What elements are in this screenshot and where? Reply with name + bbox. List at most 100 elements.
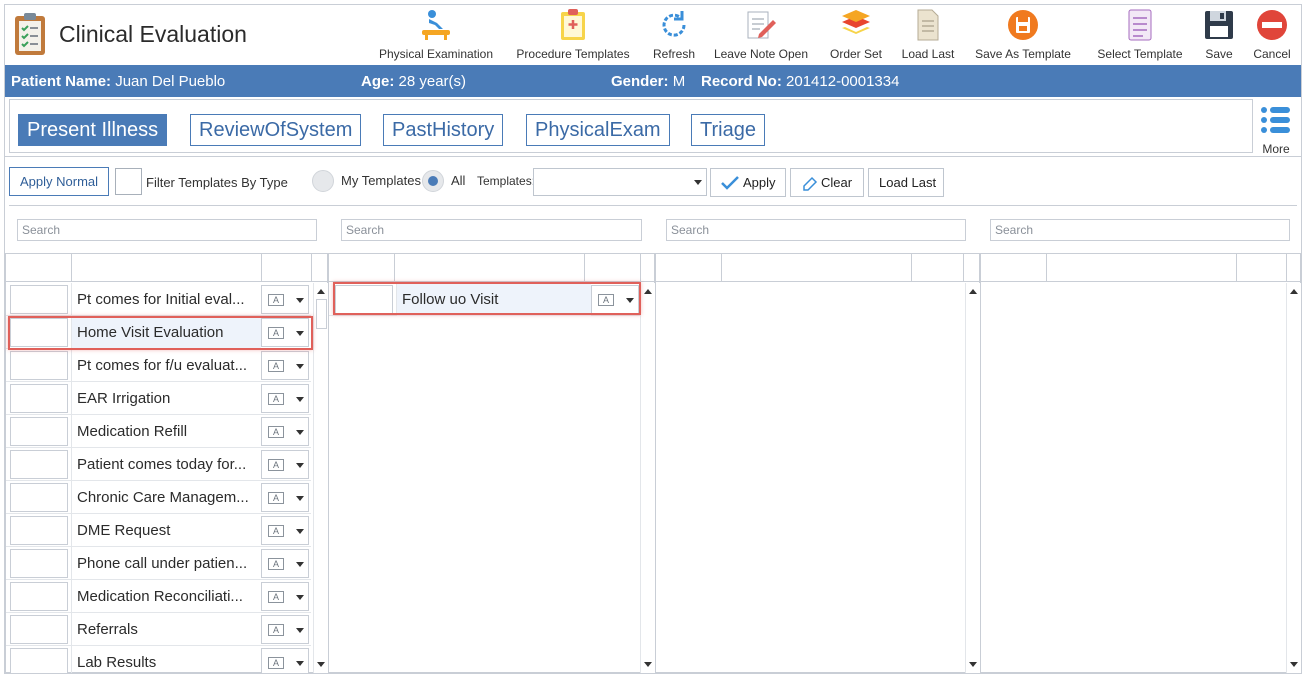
text-format-icon: A xyxy=(268,624,284,636)
scroll-down-icon[interactable] xyxy=(317,662,325,667)
format-dropdown[interactable]: A xyxy=(261,582,309,611)
templates-select[interactable] xyxy=(533,168,707,196)
list-item[interactable]: Referrals A xyxy=(6,613,311,646)
scroll-up-icon[interactable] xyxy=(317,289,325,294)
all-radio[interactable] xyxy=(422,170,444,192)
search-input-col2[interactable] xyxy=(341,219,642,241)
scroll-up-icon[interactable] xyxy=(969,289,977,294)
clear-button[interactable]: Clear xyxy=(790,168,864,197)
grid-header xyxy=(656,254,979,282)
leave-note-open-button[interactable]: Leave Note Open xyxy=(709,7,813,63)
tab-past-history[interactable]: PastHistory xyxy=(383,114,504,146)
layers-icon xyxy=(842,10,870,34)
search-input-col4[interactable] xyxy=(990,219,1290,241)
physical-exam-icon xyxy=(422,10,450,40)
eraser-icon xyxy=(803,176,818,191)
refresh-button[interactable]: Refresh xyxy=(647,7,701,63)
format-dropdown[interactable]: A xyxy=(261,483,309,512)
highlight-box xyxy=(333,282,641,315)
list-item[interactable]: Pt comes for Initial eval... A xyxy=(6,283,311,316)
list-item[interactable]: Medication Reconciliati... A xyxy=(6,580,311,613)
scroll-up-icon[interactable] xyxy=(1290,289,1298,294)
format-dropdown[interactable]: A xyxy=(261,648,309,673)
order-set-button[interactable]: Order Set xyxy=(823,7,889,63)
load-last-filter-button[interactable]: Load Last xyxy=(868,168,944,197)
my-templates-radio[interactable] xyxy=(312,170,334,192)
chevron-down-icon xyxy=(296,397,304,402)
list-item[interactable]: Phone call under patien... A xyxy=(6,547,311,580)
refresh-icon xyxy=(662,11,686,37)
procedure-templates-button[interactable]: Procedure Templates xyxy=(511,7,635,63)
patient-info-bar: Patient Name: Juan Del Pueblo Age: 28 ye… xyxy=(5,65,1301,97)
templates-label: Templates: xyxy=(477,174,536,188)
highlight-box xyxy=(8,316,313,350)
patient-gender: Gender: M xyxy=(611,73,686,90)
tab-strip: Present Illness ReviewOfSystem PastHisto… xyxy=(9,99,1253,153)
text-format-icon: A xyxy=(268,360,284,372)
list-item[interactable]: Medication Refill A xyxy=(6,415,311,448)
apply-button[interactable]: Apply xyxy=(710,168,786,197)
chevron-down-icon xyxy=(296,298,304,303)
template-grid-4 xyxy=(980,253,1301,673)
format-dropdown[interactable]: A xyxy=(261,516,309,545)
text-format-icon: A xyxy=(268,459,284,471)
template-grid-3 xyxy=(655,253,980,673)
list-menu-icon xyxy=(1261,107,1290,133)
filter-by-type-checkbox[interactable] xyxy=(115,168,142,195)
text-format-icon: A xyxy=(268,393,284,405)
list-item[interactable]: Patient comes today for... A xyxy=(6,448,311,481)
list-item[interactable]: Chronic Care Managem... A xyxy=(6,481,311,514)
save-button[interactable]: Save xyxy=(1199,7,1239,63)
scroll-down-icon[interactable] xyxy=(969,662,977,667)
scroll-thumb[interactable] xyxy=(316,299,327,329)
scroll-up-icon[interactable] xyxy=(644,289,652,294)
format-dropdown[interactable]: A xyxy=(261,384,309,413)
tab-triage[interactable]: Triage xyxy=(691,114,765,146)
format-dropdown[interactable]: A xyxy=(261,450,309,479)
scrollbar[interactable] xyxy=(313,283,328,673)
list-item[interactable]: Pt comes for f/u evaluat... A xyxy=(6,349,311,382)
more-button[interactable]: More xyxy=(1258,105,1294,156)
format-dropdown[interactable]: A xyxy=(261,351,309,380)
text-format-icon: A xyxy=(268,591,284,603)
toolbar: Clinical Evaluation Physical Examination… xyxy=(5,5,1301,65)
chevron-down-icon xyxy=(296,562,304,567)
scrollbar[interactable] xyxy=(965,283,980,673)
format-dropdown[interactable]: A xyxy=(261,417,309,446)
template-grid-2: Follow uo Visit A xyxy=(328,253,655,673)
physical-examination-button[interactable]: Physical Examination xyxy=(375,7,497,63)
select-template-button[interactable]: Select Template xyxy=(1091,7,1189,63)
save-as-template-button[interactable]: Save As Template xyxy=(971,7,1075,63)
cancel-icon xyxy=(1257,10,1287,40)
list-item[interactable]: EAR Irrigation A xyxy=(6,382,311,415)
list-item[interactable]: DME Request A xyxy=(6,514,311,547)
patient-record: Record No: 201412-0001334 xyxy=(701,73,900,90)
scrollbar[interactable] xyxy=(1286,283,1301,673)
tab-physical-exam[interactable]: PhysicalExam xyxy=(526,114,670,146)
scroll-down-icon[interactable] xyxy=(1290,662,1298,667)
section-tabs: Present Illness ReviewOfSystem PastHisto… xyxy=(5,97,1301,157)
filter-toolbar: Apply Normal Filter Templates By Type My… xyxy=(5,163,1301,201)
tab-review-of-system[interactable]: ReviewOfSystem xyxy=(190,114,362,146)
cancel-button[interactable]: Cancel xyxy=(1249,7,1295,63)
format-dropdown[interactable]: A xyxy=(261,285,309,314)
grid-header xyxy=(6,254,327,282)
apply-normal-button[interactable]: Apply Normal xyxy=(9,167,110,196)
text-format-icon: A xyxy=(268,657,284,669)
text-format-icon: A xyxy=(268,492,284,504)
scroll-down-icon[interactable] xyxy=(644,662,652,667)
chevron-down-icon xyxy=(296,661,304,666)
scrollbar[interactable] xyxy=(640,283,655,673)
chevron-down-icon xyxy=(296,364,304,369)
search-input-col3[interactable] xyxy=(666,219,966,241)
text-format-icon: A xyxy=(268,558,284,570)
load-last-button[interactable]: Load Last xyxy=(897,7,959,63)
tab-present-illness[interactable]: Present Illness xyxy=(18,114,168,146)
list-item[interactable]: Lab Results A xyxy=(6,646,311,673)
document-icon xyxy=(917,9,939,41)
search-input-col1[interactable] xyxy=(17,219,317,241)
format-dropdown[interactable]: A xyxy=(261,549,309,578)
format-dropdown[interactable]: A xyxy=(261,615,309,644)
grid-header xyxy=(329,254,654,282)
chevron-down-icon xyxy=(296,430,304,435)
